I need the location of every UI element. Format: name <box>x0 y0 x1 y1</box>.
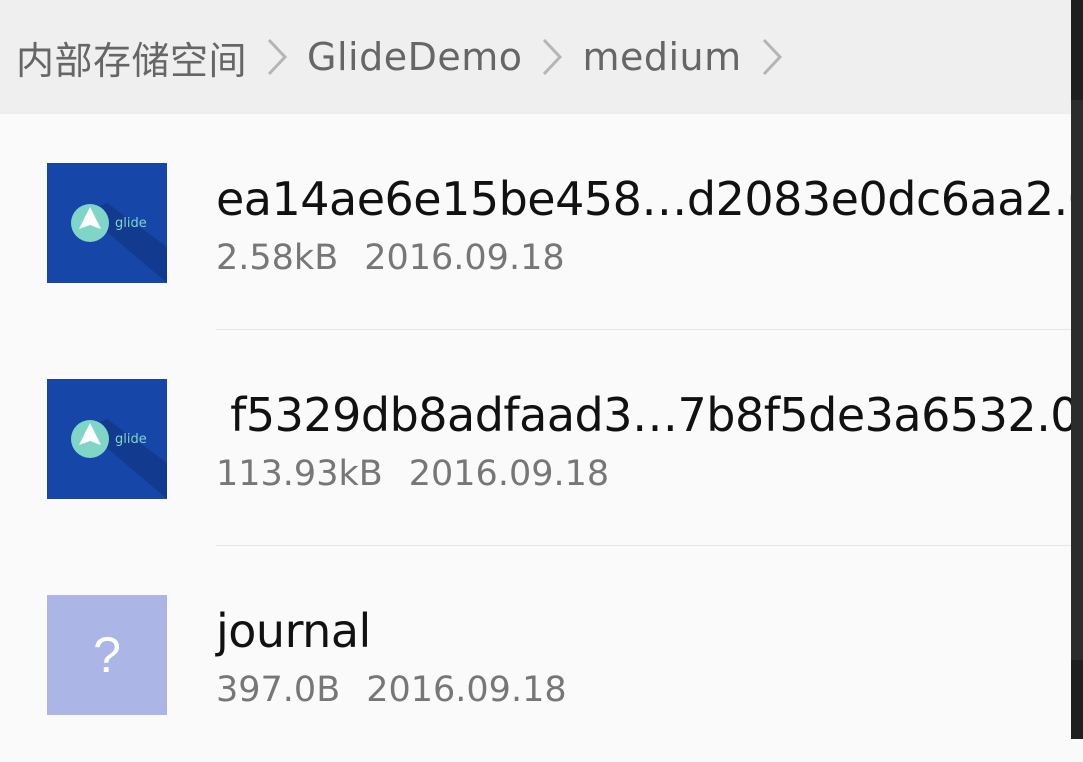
file-meta: 2.58kB 2016.09.18 <box>216 238 565 278</box>
breadcrumb-item-glidedemo[interactable]: GlideDemo <box>307 35 522 79</box>
scrollbar[interactable] <box>1071 0 1083 739</box>
image-thumbnail: glide <box>47 163 167 283</box>
file-name: f5329db8adfaad3…7b8f5de3a6532.0 <box>216 388 1080 442</box>
scrollbar-thumb[interactable] <box>1071 100 1083 660</box>
file-row[interactable]: ? journal 397.0B 2016.09.18 <box>0 546 1071 762</box>
chevron-right-icon <box>530 35 574 79</box>
glide-logo-text: glide <box>115 432 147 447</box>
file-name: ea14ae6e15be458…d2083e0dc6aa2.0 <box>216 172 1083 226</box>
file-size: 113.93kB <box>216 454 383 494</box>
breadcrumb-item-internal-storage[interactable]: 内部存储空间 <box>16 30 247 85</box>
glide-logo-text: glide <box>115 216 147 231</box>
file-list: glide ea14ae6e15be458…d2083e0dc6aa2.0 2.… <box>0 114 1083 762</box>
file-size: 2.58kB <box>216 238 339 278</box>
chevron-right-icon <box>255 35 299 79</box>
file-meta: 397.0B 2016.09.18 <box>216 670 567 710</box>
breadcrumb-item-medium[interactable]: medium <box>582 35 741 79</box>
file-date: 2016.09.18 <box>408 454 610 494</box>
file-name: journal <box>216 604 371 658</box>
breadcrumb: 内部存储空间 GlideDemo medium <box>0 0 1071 114</box>
file-size: 397.0B <box>216 670 341 710</box>
unknown-file-icon: ? <box>47 595 167 715</box>
file-row[interactable]: glide ea14ae6e15be458…d2083e0dc6aa2.0 2.… <box>0 114 1083 330</box>
chevron-right-icon <box>750 35 794 79</box>
image-thumbnail: glide <box>47 379 167 499</box>
file-meta: 113.93kB 2016.09.18 <box>216 454 609 494</box>
file-row[interactable]: glide f5329db8adfaad3…7b8f5de3a6532.0 11… <box>0 330 1080 546</box>
file-date: 2016.09.18 <box>364 238 565 278</box>
file-date: 2016.09.18 <box>366 670 567 710</box>
